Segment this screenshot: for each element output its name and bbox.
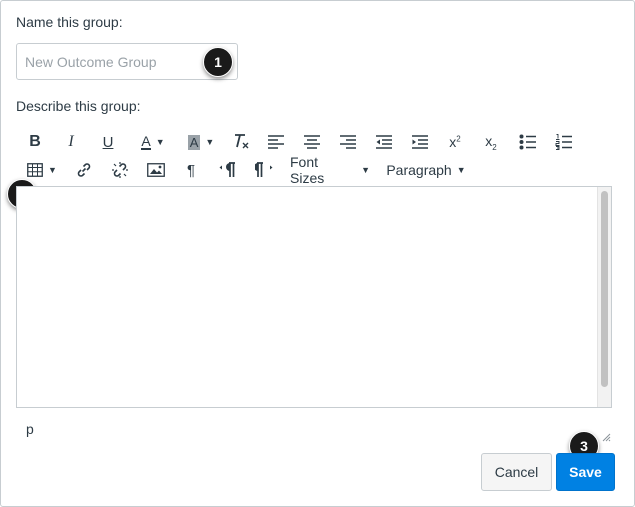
table-button[interactable]: ▼ bbox=[25, 158, 59, 182]
chevron-down-icon: ▼ bbox=[456, 165, 466, 175]
align-right-icon bbox=[340, 135, 356, 149]
superscript-button[interactable]: x2 bbox=[445, 130, 465, 154]
numbered-list-button[interactable] bbox=[553, 130, 575, 154]
left-to-right-icon bbox=[219, 162, 235, 177]
bold-icon: B bbox=[29, 133, 41, 150]
superscript-icon: x2 bbox=[449, 134, 461, 150]
font-sizes-label: Font Sizes bbox=[290, 154, 325, 186]
remove-link-button[interactable] bbox=[109, 158, 131, 182]
align-left-icon bbox=[268, 135, 284, 149]
align-center-icon bbox=[304, 135, 320, 149]
bullet-list-icon bbox=[519, 134, 536, 150]
unlink-icon bbox=[112, 162, 128, 178]
underline-icon: U bbox=[102, 133, 114, 151]
name-label: Name this group: bbox=[16, 14, 123, 30]
clear-formatting-icon bbox=[235, 134, 249, 149]
ltr-direction-button[interactable] bbox=[216, 158, 240, 182]
indent-icon bbox=[412, 135, 428, 149]
editor-scrollbar-thumb[interactable] bbox=[601, 191, 608, 387]
text-color-icon: A bbox=[141, 133, 151, 150]
paragraph-format-label: Paragraph bbox=[386, 162, 452, 178]
background-color-button[interactable]: A ▼ bbox=[182, 130, 220, 154]
editor-scrollbar[interactable] bbox=[597, 187, 611, 407]
italic-icon: I bbox=[68, 133, 74, 150]
right-to-left-icon bbox=[255, 162, 273, 177]
chevron-down-icon: ▼ bbox=[361, 165, 370, 175]
paragraph-format-dropdown[interactable]: Paragraph ▼ bbox=[385, 158, 467, 182]
italic-button[interactable]: I bbox=[61, 130, 81, 154]
bold-button[interactable]: B bbox=[25, 130, 45, 154]
rich-text-editor[interactable] bbox=[16, 186, 612, 408]
editor-element-path: p bbox=[26, 421, 34, 437]
clear-formatting-button[interactable] bbox=[230, 130, 252, 154]
insert-link-button[interactable] bbox=[73, 158, 95, 182]
insert-image-button[interactable] bbox=[145, 158, 167, 182]
callout-marker-1: 1 bbox=[203, 47, 233, 77]
chevron-down-icon: ▼ bbox=[155, 137, 165, 147]
bullet-list-button[interactable] bbox=[517, 130, 539, 154]
text-color-button[interactable]: A ▼ bbox=[134, 130, 172, 154]
rtl-direction-button[interactable] bbox=[252, 158, 276, 182]
resize-handle-icon[interactable] bbox=[601, 432, 611, 442]
subscript-button[interactable]: x2 bbox=[481, 130, 501, 154]
underline-button[interactable]: U bbox=[98, 130, 118, 154]
save-button[interactable]: Save bbox=[556, 453, 615, 491]
show-blocks-button[interactable]: ¶ bbox=[181, 158, 201, 182]
paragraph-mark-icon: ¶ bbox=[186, 161, 196, 179]
align-right-button[interactable] bbox=[337, 130, 359, 154]
font-sizes-dropdown[interactable]: Font Sizes ▼ bbox=[290, 154, 370, 186]
numbered-list-icon bbox=[555, 134, 572, 150]
link-icon bbox=[77, 163, 91, 177]
indent-button[interactable] bbox=[409, 130, 431, 154]
align-center-button[interactable] bbox=[301, 130, 323, 154]
cancel-button[interactable]: Cancel bbox=[481, 453, 552, 491]
subscript-icon: x2 bbox=[485, 132, 497, 152]
table-icon bbox=[27, 163, 43, 177]
chevron-down-icon: ▼ bbox=[48, 165, 57, 175]
describe-label: Describe this group: bbox=[16, 98, 141, 114]
outdent-button[interactable] bbox=[373, 130, 395, 154]
outdent-icon bbox=[376, 135, 392, 149]
align-left-button[interactable] bbox=[265, 130, 287, 154]
chevron-down-icon: ▼ bbox=[205, 137, 215, 147]
image-icon bbox=[147, 163, 165, 177]
background-color-icon: A bbox=[187, 134, 201, 150]
